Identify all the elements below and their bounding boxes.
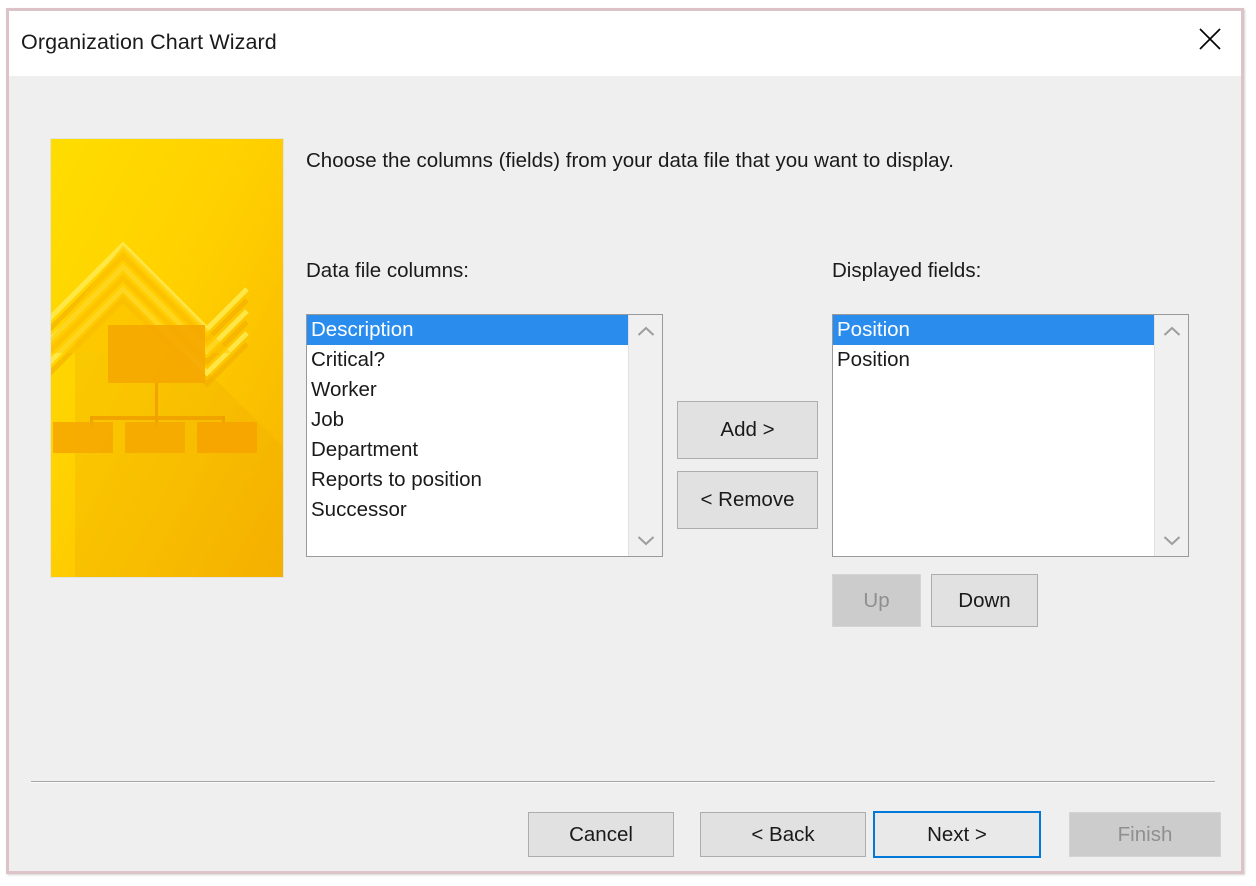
data-file-columns-scrollbar[interactable] (628, 315, 662, 556)
finish-button[interactable]: Finish (1069, 812, 1221, 857)
instruction-text: Choose the columns (fields) from your da… (306, 149, 954, 172)
data-file-columns-listbox[interactable]: Description Critical? Worker Job Departm… (306, 314, 663, 557)
displayed-fields-list: Position Position (833, 315, 1154, 556)
dialog-content: Choose the columns (fields) from your da… (9, 76, 1241, 871)
wizard-dialog: Organization Chart Wizard Choose the col… (6, 8, 1244, 874)
chevron-down-icon[interactable] (629, 528, 662, 552)
move-up-button[interactable]: Up (832, 574, 921, 627)
window-title: Organization Chart Wizard (21, 30, 277, 54)
cancel-button[interactable]: Cancel (528, 812, 674, 857)
next-button[interactable]: Next > (873, 811, 1041, 858)
close-button[interactable] (1179, 11, 1241, 67)
displayed-fields-scrollbar[interactable] (1154, 315, 1188, 556)
list-item[interactable]: Reports to position (307, 465, 628, 495)
remove-field-button[interactable]: < Remove (677, 471, 818, 529)
data-file-columns-label: Data file columns: (306, 259, 469, 282)
data-file-columns-list: Description Critical? Worker Job Departm… (307, 315, 628, 556)
list-item[interactable]: Successor (307, 495, 628, 525)
org-chart-illustration (50, 138, 284, 578)
add-field-button[interactable]: Add > (677, 401, 818, 459)
list-item[interactable]: Position (833, 345, 1154, 375)
move-down-button[interactable]: Down (931, 574, 1038, 627)
back-button[interactable]: < Back (700, 812, 866, 857)
list-item[interactable]: Critical? (307, 345, 628, 375)
list-item[interactable]: Position (833, 315, 1154, 345)
chevron-up-icon[interactable] (629, 319, 662, 343)
list-item[interactable]: Job (307, 405, 628, 435)
chevron-down-icon[interactable] (1155, 528, 1188, 552)
close-icon (1197, 26, 1223, 52)
displayed-fields-label: Displayed fields: (832, 259, 982, 282)
displayed-fields-listbox[interactable]: Position Position (832, 314, 1189, 557)
list-item[interactable]: Department (307, 435, 628, 465)
list-item[interactable]: Worker (307, 375, 628, 405)
list-item[interactable]: Description (307, 315, 628, 345)
chevron-up-icon[interactable] (1155, 319, 1188, 343)
title-bar: Organization Chart Wizard (9, 11, 1241, 76)
footer-separator (31, 781, 1215, 783)
